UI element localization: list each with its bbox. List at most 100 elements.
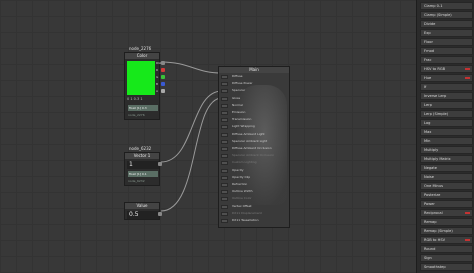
main-input-row[interactable]: Gloss bbox=[221, 96, 287, 101]
vector1-node-header[interactable]: Vector 1 bbox=[125, 153, 159, 159]
palette-item[interactable]: Remap (Simple) bbox=[420, 227, 473, 235]
palette-item[interactable]: Hue bbox=[420, 74, 473, 82]
main-input-row[interactable]: Transmission bbox=[221, 117, 287, 123]
main-input-port[interactable] bbox=[221, 219, 228, 223]
palette-item[interactable]: Noise bbox=[420, 173, 473, 181]
value-node-header[interactable]: Value bbox=[125, 203, 159, 209]
main-input-port[interactable] bbox=[221, 82, 228, 87]
port-g-dot[interactable] bbox=[161, 75, 165, 79]
palette-item[interactable]: Multiply bbox=[420, 146, 473, 154]
main-input-port[interactable] bbox=[221, 190, 228, 195]
main-input-row[interactable]: Emission bbox=[221, 110, 287, 115]
main-node[interactable]: Main Diffuse Diffuse Power Specular Gloss No… bbox=[218, 66, 290, 228]
main-input-port[interactable] bbox=[221, 96, 228, 101]
main-input-row[interactable]: Normal bbox=[221, 103, 287, 108]
port-b[interactable]: B bbox=[156, 82, 165, 87]
palette-item[interactable]: Sign bbox=[420, 254, 473, 262]
palette-item[interactable]: One Minus bbox=[420, 182, 473, 190]
main-input-port[interactable] bbox=[221, 197, 228, 202]
main-input-row[interactable]: Light Wrapping bbox=[221, 124, 287, 130]
main-input-row[interactable]: Outline Color bbox=[221, 196, 287, 202]
main-input-port[interactable] bbox=[221, 168, 228, 173]
palette-item[interactable]: Posterize bbox=[420, 191, 473, 199]
port-r-dot[interactable] bbox=[161, 68, 165, 72]
port-rgb-dot[interactable] bbox=[161, 61, 165, 65]
main-input-row[interactable]: Opacity Clip bbox=[221, 175, 287, 180]
main-input-row[interactable]: Diffuse bbox=[221, 74, 287, 79]
color-node-tag[interactable]: float [1] 0.3 bbox=[128, 105, 158, 111]
vector1-node[interactable]: Vector 1 1 float [1] 0.1 node_6232 bbox=[124, 152, 162, 186]
main-input-row[interactable]: Diffuse Ambient Occlusion bbox=[221, 146, 287, 151]
palette-item[interactable]: If bbox=[420, 83, 473, 91]
color-swatch[interactable] bbox=[127, 61, 155, 95]
port-a[interactable]: A bbox=[156, 89, 165, 94]
main-input-row[interactable]: Diffuse Power bbox=[221, 81, 287, 87]
palette-item[interactable]: Divide bbox=[420, 20, 473, 28]
main-input-port[interactable] bbox=[221, 147, 228, 151]
main-input-port[interactable] bbox=[221, 132, 228, 137]
palette-item[interactable]: Negate bbox=[420, 164, 473, 172]
main-input-port[interactable] bbox=[221, 211, 228, 216]
vector1-value-field[interactable]: 1 bbox=[127, 161, 159, 169]
main-input-port[interactable] bbox=[221, 75, 228, 79]
palette-item[interactable]: Round bbox=[420, 245, 473, 253]
main-input-port[interactable] bbox=[221, 161, 228, 166]
wire-color-to-diffuse[interactable] bbox=[160, 61, 223, 74]
palette-item[interactable]: Reciprocal bbox=[420, 209, 473, 217]
value-node[interactable]: Value 0.5 bbox=[124, 202, 162, 220]
main-input-row[interactable]: Specular Ambient Occlusion bbox=[221, 153, 287, 159]
palette-item[interactable]: Min bbox=[420, 137, 473, 145]
main-input-row[interactable]: DX11 Tessellation bbox=[221, 218, 287, 223]
palette-item[interactable]: Remap bbox=[420, 218, 473, 226]
vector1-node-tag[interactable]: float [1] 0.1 bbox=[128, 171, 158, 177]
main-input-row[interactable]: DX11 Displacement bbox=[221, 211, 287, 216]
palette-item[interactable]: Max bbox=[420, 128, 473, 136]
main-input-port[interactable] bbox=[221, 183, 228, 187]
main-input-port[interactable] bbox=[221, 125, 228, 130]
main-input-row[interactable]: Specular Ambient Light bbox=[221, 139, 287, 144]
palette-item-label: Multiply bbox=[424, 148, 439, 152]
palette-item[interactable]: Inverse Lerp bbox=[420, 92, 473, 100]
main-input-row[interactable]: Custom Lighting bbox=[221, 160, 287, 166]
main-input-row[interactable]: Specular bbox=[221, 88, 287, 94]
palette-item[interactable]: RGB to HSV bbox=[420, 236, 473, 244]
value-field[interactable]: 0.5 bbox=[127, 211, 159, 219]
palette-item[interactable]: Multiply Matrix bbox=[420, 155, 473, 163]
palette-item[interactable]: Lerp bbox=[420, 101, 473, 109]
palette-item[interactable]: Power bbox=[420, 200, 473, 208]
main-input-port[interactable] bbox=[221, 154, 228, 159]
palette-item[interactable]: Exp bbox=[420, 29, 473, 37]
palette-item[interactable]: Log bbox=[420, 119, 473, 127]
wire-value-to-gloss[interactable] bbox=[160, 97, 223, 212]
main-input-row[interactable]: Diffuse Ambient Light bbox=[221, 132, 287, 137]
palette-item[interactable]: Frac bbox=[420, 56, 473, 64]
port-a-dot[interactable] bbox=[161, 89, 165, 93]
vector1-output-dot[interactable] bbox=[158, 162, 162, 166]
palette-item[interactable]: Lerp (Simple) bbox=[420, 110, 473, 118]
main-input-row[interactable]: Opacity bbox=[221, 168, 287, 173]
main-input-port[interactable] bbox=[221, 103, 228, 108]
main-input-port[interactable] bbox=[221, 111, 228, 115]
port-rgb[interactable]: RGB bbox=[156, 61, 165, 66]
main-input-port[interactable] bbox=[221, 175, 228, 180]
main-input-port[interactable] bbox=[221, 118, 228, 123]
port-r[interactable]: R bbox=[156, 68, 165, 73]
color-node[interactable]: Color RGB R G B A 0 1 0.3 1 float [1] 0.… bbox=[124, 52, 165, 120]
port-b-dot[interactable] bbox=[161, 82, 165, 86]
main-node-header[interactable]: Main bbox=[219, 67, 289, 73]
palette-item[interactable]: Smoothstep bbox=[420, 263, 473, 271]
value-output-dot[interactable] bbox=[158, 212, 162, 216]
color-node-header[interactable]: Color bbox=[125, 53, 159, 59]
port-g[interactable]: G bbox=[156, 75, 165, 80]
main-input-row[interactable]: Outline Width bbox=[221, 189, 287, 195]
palette-item[interactable]: Clamp 0-1 bbox=[420, 2, 473, 10]
main-input-row[interactable]: Refraction bbox=[221, 182, 287, 187]
main-input-port[interactable] bbox=[221, 204, 228, 209]
main-input-port[interactable] bbox=[221, 89, 228, 94]
main-input-row[interactable]: Vertex Offset bbox=[221, 204, 287, 209]
palette-item[interactable]: Clamp (Simple) bbox=[420, 11, 473, 19]
palette-item[interactable]: Floor bbox=[420, 38, 473, 46]
main-input-port[interactable] bbox=[221, 139, 228, 144]
palette-item[interactable]: Fmod bbox=[420, 47, 473, 55]
palette-item[interactable]: HSV to RGB bbox=[420, 65, 473, 73]
